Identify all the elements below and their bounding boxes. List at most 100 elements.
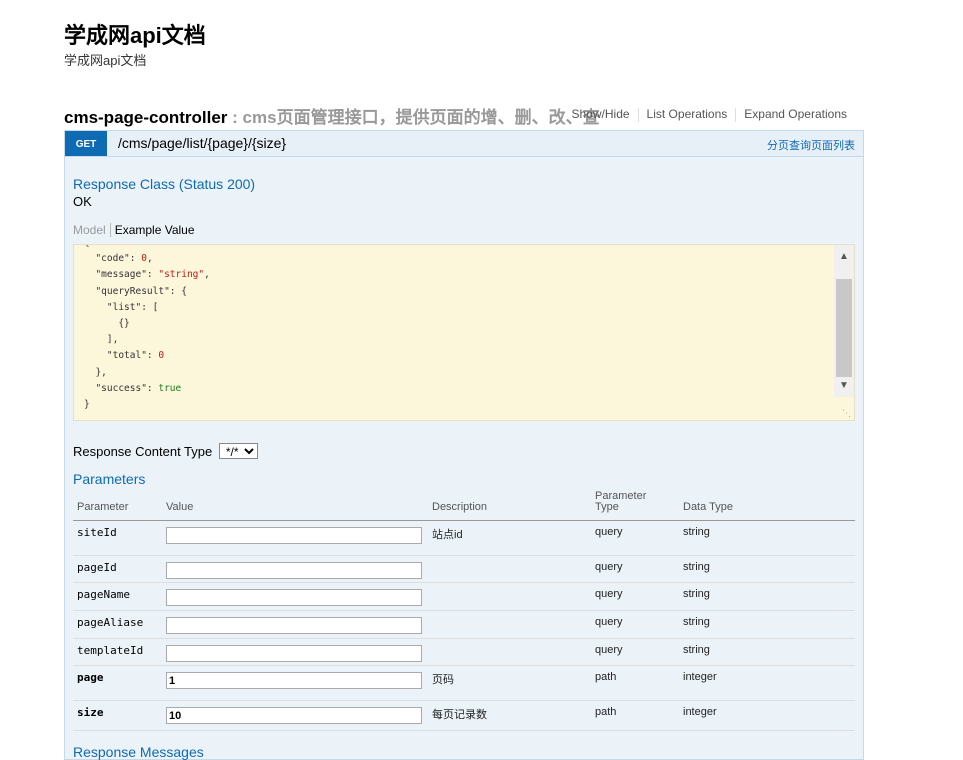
parameter-input-pagename[interactable] — [166, 589, 422, 606]
parameters-header-row: Parameter Value Description Parameter Typ… — [73, 491, 855, 521]
parameter-type: query — [591, 638, 679, 666]
operation-path[interactable]: /cms/page/list/{page}/{size} — [118, 135, 286, 151]
chevron-down-icon[interactable]: ▼ — [834, 377, 854, 394]
parameter-name: pageAliase — [73, 610, 162, 639]
tab-model[interactable]: Model — [73, 223, 111, 237]
example-line: "code": 0, — [84, 253, 153, 265]
page-subtitle: 学成网api文档 — [64, 53, 147, 68]
parameters-table: Parameter Value Description Parameter Typ… — [73, 491, 855, 731]
parameter-value-cell — [162, 638, 428, 666]
resize-grip-icon[interactable]: ⋱ — [842, 408, 852, 418]
parameter-type: path — [591, 700, 679, 731]
response-content-type-label: Response Content Type — [73, 444, 213, 459]
parameter-input-siteid[interactable] — [166, 527, 422, 544]
parameter-row-page: page 页码pathinteger — [73, 665, 855, 701]
header-description: Description — [428, 491, 591, 521]
parameter-input-pageid[interactable] — [166, 562, 422, 579]
parameter-type: query — [591, 610, 679, 639]
example-value-box[interactable]: { "code": 0, "message": "string", "query… — [73, 244, 855, 421]
response-content-type-select[interactable]: */* — [218, 443, 258, 459]
example-line: "list": [ — [84, 301, 159, 313]
parameter-value-cell — [162, 610, 428, 639]
parameter-name: templateId — [73, 638, 162, 666]
header-data-type: Data Type — [679, 491, 855, 521]
controller-description: : cms页面管理接口，提供页面的增、删、改、查 — [227, 108, 600, 127]
chevron-up-icon[interactable]: ▲ — [834, 248, 854, 265]
parameter-type: query — [591, 520, 679, 556]
parameters-title: Parameters — [73, 471, 146, 487]
parameter-type: path — [591, 665, 679, 701]
parameter-value-cell — [162, 665, 428, 701]
operation-panel: GET /cms/page/list/{page}/{size} 分页查询页面列… — [64, 130, 864, 760]
example-line: } — [84, 399, 90, 411]
parameter-row-siteid: siteId 站点id query string — [73, 520, 855, 556]
controller-name-link[interactable]: cms-page-controller — [64, 108, 227, 127]
response-messages-title: Response Messages — [73, 744, 204, 760]
parameter-input-pagealiase[interactable] — [166, 617, 422, 634]
example-line: }, — [84, 366, 107, 378]
parameter-value-cell — [162, 582, 428, 611]
parameter-value-cell — [162, 700, 428, 731]
header-value: Value — [162, 491, 428, 521]
tab-example-value[interactable]: Example Value — [111, 223, 195, 237]
parameter-row-pagename: pageName query string — [73, 582, 855, 611]
example-line: { — [84, 245, 90, 248]
parameter-input-templateid[interactable] — [166, 645, 422, 662]
parameter-description — [428, 638, 591, 666]
example-line: "success": true — [84, 382, 182, 394]
parameter-data-type: string — [679, 582, 855, 611]
operation-heading[interactable]: GET /cms/page/list/{page}/{size} 分页查询页面列… — [65, 131, 863, 157]
parameters-body: siteId 站点id query string pageId query string pa… — [73, 520, 855, 731]
parameter-data-type: integer — [679, 665, 855, 701]
model-tabs: Model Example Value — [73, 223, 195, 237]
parameter-row-pageid: pageId query string — [73, 555, 855, 583]
parameter-input-size[interactable] — [166, 707, 422, 724]
parameter-type: query — [591, 555, 679, 583]
parameter-name: siteId — [73, 520, 162, 556]
parameter-name: pageName — [73, 582, 162, 611]
example-line: ], — [84, 334, 119, 346]
parameter-description — [428, 582, 591, 611]
parameter-value-cell — [162, 555, 428, 583]
parameter-name: size — [73, 700, 162, 731]
parameter-row-size: size 每页记录数pathinteger — [73, 700, 855, 731]
parameter-input-page[interactable] — [166, 672, 422, 689]
parameter-name: page — [73, 665, 162, 701]
example-json: { "code": 0, "message": "string", "query… — [74, 245, 854, 413]
header-parameter: Parameter — [73, 491, 162, 521]
example-line: "message": "string", — [84, 269, 210, 281]
parameter-description: 页码 — [428, 665, 591, 701]
parameter-name: pageId — [73, 555, 162, 583]
parameter-data-type: string — [679, 610, 855, 639]
header-parameter-type: Parameter Type — [591, 491, 679, 521]
parameter-data-type: integer — [679, 700, 855, 731]
example-line: "total": 0 — [84, 350, 165, 362]
controller-links: Show/Hide List Operations Expand Operation… — [564, 107, 855, 122]
parameter-description — [428, 555, 591, 583]
example-line: "queryResult": { — [84, 285, 187, 297]
parameter-row-templateid: templateId query string — [73, 638, 855, 666]
parameter-data-type: string — [679, 520, 855, 556]
header-parameter-type-line2: Type — [595, 501, 619, 513]
response-content-type: Response Content Type */* — [73, 443, 258, 459]
parameter-description: 每页记录数 — [428, 700, 591, 731]
response-class-title: Response Class (Status 200) — [73, 176, 256, 192]
parameter-type: query — [591, 582, 679, 611]
operation-summary[interactable]: 分页查询页面列表 — [767, 137, 855, 153]
page-title: 学成网api文档 — [64, 23, 206, 48]
vertical-scrollbar[interactable]: ▲ ▼ — [834, 245, 854, 397]
parameter-value-cell — [162, 520, 428, 556]
list-operations-link[interactable]: List Operations — [639, 107, 736, 121]
example-line: {} — [84, 318, 130, 330]
parameter-description: 站点id — [428, 520, 591, 556]
parameter-data-type: string — [679, 555, 855, 583]
parameter-row-pagealiase: pageAliase query string — [73, 610, 855, 639]
parameter-data-type: string — [679, 638, 855, 666]
parameter-description — [428, 610, 591, 639]
http-method-badge[interactable]: GET — [65, 131, 107, 156]
controller-header: cms-page-controller : cms页面管理接口，提供页面的增、删… — [64, 103, 864, 127]
response-class-value: OK — [73, 194, 92, 209]
show-hide-link[interactable]: Show/Hide — [564, 107, 638, 121]
scrollbar-thumb[interactable] — [836, 279, 852, 377]
expand-operations-link[interactable]: Expand Operations — [736, 107, 855, 121]
